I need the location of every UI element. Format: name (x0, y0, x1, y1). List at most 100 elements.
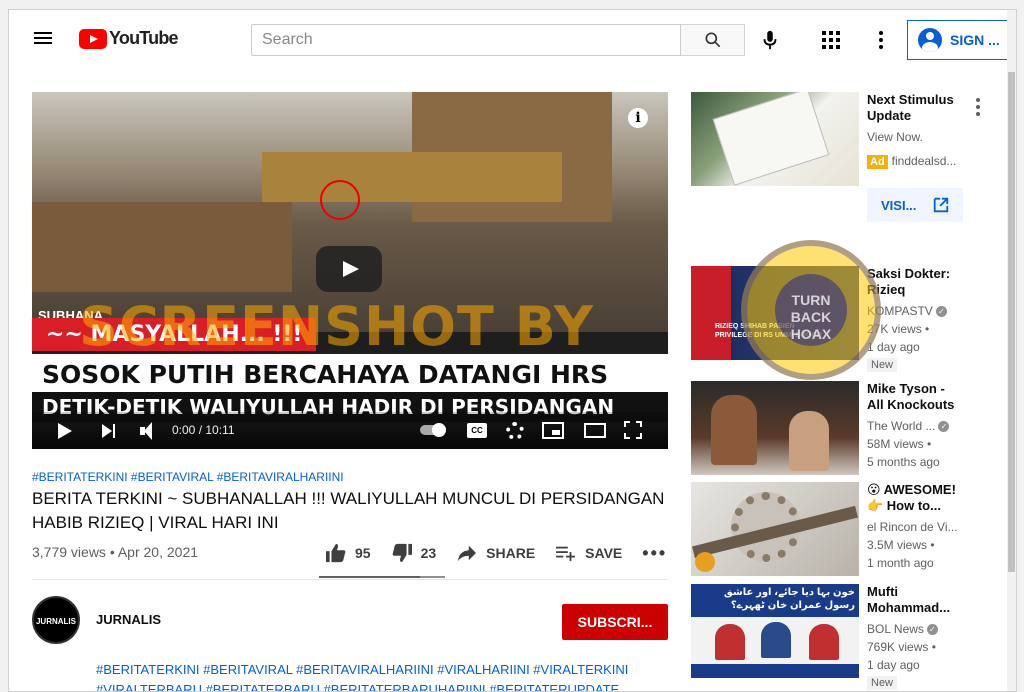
search-icon (705, 32, 720, 48)
sign-in-label: SIGN ... (950, 32, 1000, 48)
like-button[interactable]: 95 (325, 543, 371, 563)
share-button[interactable]: SHARE (456, 544, 535, 562)
ad-badge: Ad (867, 155, 888, 169)
fullscreen-icon[interactable] (624, 421, 642, 439)
channel-label: BOL News (867, 622, 924, 636)
browser-page: YouTube SIGN ... i SUBHA (8, 9, 1017, 692)
thumb-bottom-bar (691, 664, 859, 678)
subtitles-button[interactable]: CC (467, 423, 487, 438)
playlist-add-icon (556, 546, 576, 562)
boxer-figure (789, 411, 829, 471)
sidebar-age: 1 day ago (867, 658, 920, 672)
share-icon (458, 545, 477, 562)
dislike-button[interactable]: 23 (391, 543, 436, 563)
apps-grid-icon[interactable] (819, 28, 843, 52)
sidebar-thumbnail[interactable]: خون بہا دیا جائے، اور عاشق رسول عمران خا… (691, 584, 859, 678)
scene-table (32, 202, 292, 292)
open-external-icon (934, 197, 949, 213)
channel-label: KOMPASTV (867, 304, 933, 318)
masthead: YouTube SIGN ... (9, 10, 1016, 68)
autoplay-toggle[interactable] (420, 423, 446, 437)
channel-name[interactable]: JURNALIS (96, 612, 161, 627)
new-badge: New (867, 676, 898, 690)
play-icon[interactable] (54, 421, 74, 441)
ad-title[interactable]: Next Stimulus Update (867, 92, 963, 124)
microphone-icon (763, 30, 777, 50)
channel-avatar[interactable]: JURNALIS (32, 596, 80, 644)
sidebar-age: 1 day ago (867, 340, 920, 354)
search-input[interactable] (251, 24, 681, 56)
highlight-circle (320, 180, 360, 220)
thumbs-up-icon (326, 543, 346, 563)
verified-icon: ✓ (926, 624, 938, 636)
sidebar-views: 769K views • (867, 640, 936, 654)
sidebar-age: 5 months ago (867, 455, 940, 469)
person-figure (809, 624, 839, 660)
large-play-button[interactable] (316, 246, 382, 292)
verified-icon: ✓ (935, 306, 947, 318)
video-title: BERITA TERKINI ~ SUBHANALLAH !!! WALIYUL… (32, 489, 665, 532)
ad-more-icon[interactable] (975, 98, 981, 116)
envelope-image (712, 92, 830, 186)
ad-domain-row: Ad finddealsd... (867, 154, 967, 169)
volume-icon[interactable] (138, 421, 158, 441)
channel-badge-icon (695, 552, 715, 572)
share-label: SHARE (486, 545, 536, 561)
save-label: SAVE (585, 545, 623, 561)
ad-domain: finddealsd... (891, 154, 957, 168)
visit-label: VISI... (881, 197, 917, 213)
channel-label: The World ... (867, 419, 936, 433)
caption-main: SOSOK PUTIH BERCAHAYA DATANGI HRS (32, 354, 668, 395)
time-display: 0:00 / 10:11 (172, 423, 235, 437)
divider (32, 579, 668, 580)
logo-text: YouTube (109, 28, 179, 48)
sidebar-title[interactable]: Mufti Mohammad... (867, 584, 963, 616)
sidebar-channel[interactable]: KOMPASTV ✓ (867, 304, 967, 318)
caption-top: ~~ MASYALLAH... !!! (32, 318, 317, 351)
view-count-date: 3,779 views • Apr 20, 2021 (32, 544, 199, 560)
thumb-caption: RIZIEQ SHIHAB PASIEN PRIVILEGE DI RS UMM… (715, 323, 822, 339)
info-icon[interactable]: i (628, 108, 648, 128)
video-player[interactable]: i SUBHANA ~~ MASYALLAH... !!! SOSOK PUTI… (32, 92, 668, 449)
youtube-play-icon (79, 28, 107, 49)
miniplayer-icon[interactable] (542, 422, 564, 439)
sidebar-thumbnail[interactable] (691, 381, 859, 475)
description-hashtags[interactable]: #BERITATERKINI #BERITAVIRAL #BERITAVIRAL… (96, 660, 656, 691)
voice-search-button[interactable] (757, 27, 783, 53)
scene-bench (262, 152, 562, 202)
subscribe-button[interactable]: SUBSCRI... (562, 604, 668, 640)
sidebar-title[interactable]: Mike Tyson - All Knockouts of... (867, 381, 963, 413)
sidebar-title[interactable]: Saksi Dokter: Rizieq Shihab... (867, 266, 963, 298)
settings-more-icon[interactable] (871, 28, 891, 52)
thumb-accent (691, 266, 731, 360)
like-ratio-fill (319, 576, 421, 578)
menu-icon[interactable] (31, 29, 55, 49)
sidebar-title[interactable]: 😮 AWESOME! 👉 How to... (867, 482, 963, 514)
theater-mode-icon[interactable] (584, 423, 606, 438)
video-hashtags[interactable]: #BERITATERKINI #BERITAVIRAL #BERITAVIRAL… (32, 470, 344, 484)
person-figure (761, 622, 791, 658)
sidebar-channel[interactable]: el Rincon de Vi... (867, 520, 967, 534)
sidebar-age: 1 month ago (867, 556, 934, 570)
visit-ad-button[interactable]: VISI... (867, 188, 963, 222)
save-button[interactable]: SAVE (555, 544, 622, 562)
sidebar-channel[interactable]: BOL News ✓ (867, 622, 967, 636)
video-actions: 95 23 SHARE SAVE ••• (325, 538, 687, 568)
scrollbar[interactable] (1007, 10, 1016, 691)
gear-icon[interactable] (506, 422, 524, 440)
sidebar-views: 3.5M views • (867, 538, 935, 552)
sidebar-thumbnail[interactable] (691, 482, 859, 576)
scrollbar-thumb[interactable] (1008, 72, 1015, 572)
sidebar-channel[interactable]: The World ... ✓ (867, 419, 967, 433)
boxer-figure (711, 395, 757, 465)
verified-icon: ✓ (938, 421, 950, 433)
more-actions-icon[interactable]: ••• (642, 543, 667, 564)
search-button[interactable] (681, 24, 745, 56)
sign-in-button[interactable]: SIGN ... (907, 20, 1010, 60)
next-icon[interactable] (100, 421, 120, 441)
ad-thumbnail[interactable] (691, 92, 859, 186)
sidebar-views: 58M views • (867, 437, 932, 451)
sidebar-thumbnail[interactable]: RIZIEQ SHIHAB PASIEN PRIVILEGE DI RS UMM… (691, 266, 859, 360)
youtube-logo[interactable]: YouTube (79, 28, 179, 49)
new-badge: New (867, 358, 898, 372)
